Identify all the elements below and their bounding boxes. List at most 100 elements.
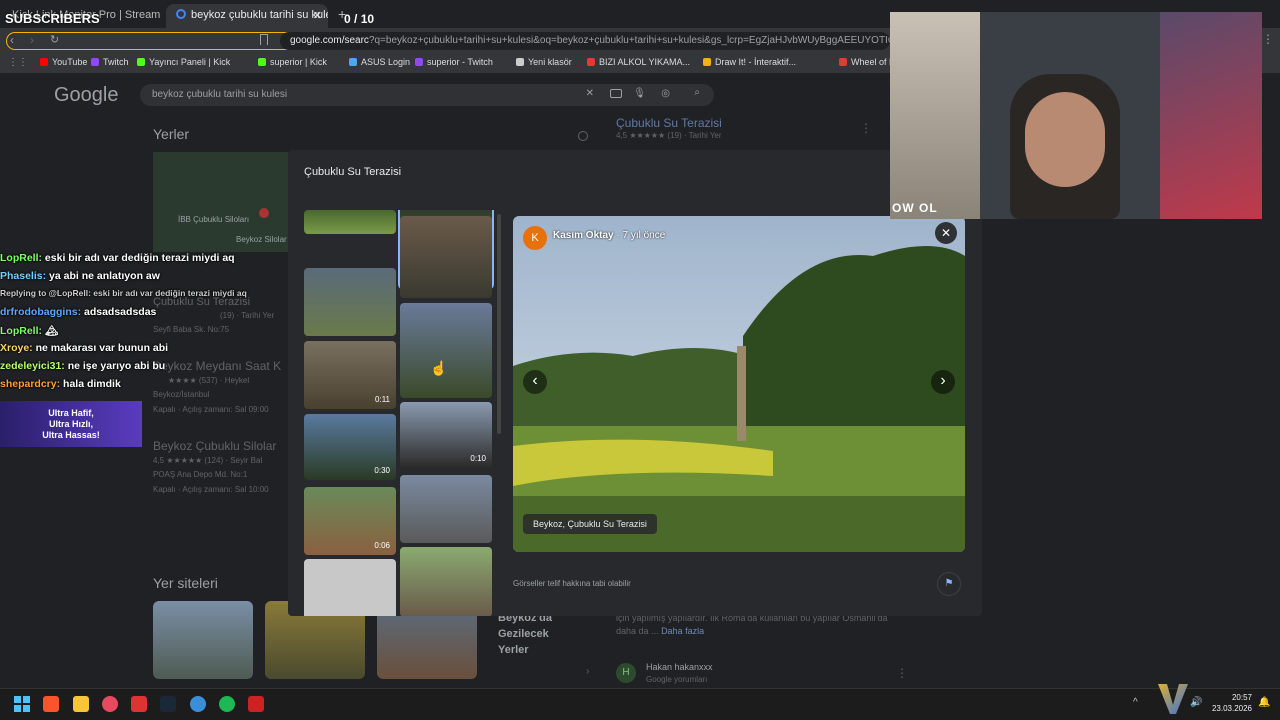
thumbnail[interactable]: 0:30 <box>304 414 396 480</box>
thumbnail[interactable]: 0:06 <box>304 487 396 555</box>
more-icon[interactable]: ⋮ <box>860 121 872 135</box>
author-name[interactable]: Kasım Oktay <box>553 230 614 241</box>
review-more-icon[interactable]: ⋮ <box>896 666 908 680</box>
notification-icon[interactable]: 🔔 <box>1258 697 1270 708</box>
next-image-icon[interactable]: › <box>931 370 955 394</box>
places-heading: Yerler <box>153 126 190 142</box>
chat-username: Phaselis: <box>0 270 47 282</box>
clock-date: 23.03.2026 <box>1211 704 1252 713</box>
bookmark-favicon-icon <box>516 58 524 66</box>
apps-grid-icon[interactable]: ⋮⋮ <box>8 57 28 68</box>
kp-rating: 4,5 ★★★★★ (19) · Tarihi Yer <box>616 131 722 140</box>
cursor-icon: ☝ <box>430 360 448 376</box>
steam-icon[interactable] <box>160 696 176 712</box>
bookmark-item[interactable]: BIZI ALKOL YIKAMA... <box>587 57 690 67</box>
thumbnail[interactable] <box>400 475 492 543</box>
address-input[interactable]: google.com/searc?q=beykoz+çubuklu+tarihi… <box>280 32 890 50</box>
bookmark-icon[interactable] <box>260 34 268 45</box>
keyboard-icon[interactable] <box>610 89 622 98</box>
clear-icon[interactable]: ✕ <box>586 88 594 99</box>
report-flag-icon[interactable]: ⚑ <box>937 572 961 596</box>
chat-message: LopRell: 🏔 <box>0 324 290 342</box>
thumbnail-scrollbar[interactable] <box>497 214 501 434</box>
streamlabs-icon[interactable] <box>131 696 147 712</box>
back-icon[interactable]: ‹ <box>10 33 14 47</box>
app-icon[interactable] <box>102 696 118 712</box>
thumbnail[interactable] <box>304 268 396 336</box>
cam-logo: OW OL <box>892 201 938 215</box>
kp-title[interactable]: Çubuklu Su Terazisi <box>616 116 722 130</box>
previous-image-icon[interactable]: ‹ <box>523 370 547 394</box>
chat-username: shepardcry: <box>0 378 61 390</box>
bookmark-item[interactable]: Twitch <box>91 57 129 67</box>
bookmark-row: YouTube Twitch Yayıncı Paneli | Kick superi… <box>40 57 1014 71</box>
author-avatar[interactable]: K <box>523 226 547 250</box>
thumbnail[interactable]: 0:10 <box>400 402 492 468</box>
thumbnail[interactable] <box>304 559 396 616</box>
chevron-right-icon[interactable]: › <box>586 666 589 677</box>
reload-icon[interactable]: ↻ <box>50 33 59 46</box>
video-duration: 0:06 <box>374 541 390 550</box>
tray-chevron-icon[interactable]: ^ <box>1133 697 1138 708</box>
result-title[interactable]: Beykoz Çubuklu Silolar <box>153 439 276 453</box>
bookmark-favicon-icon <box>91 58 99 66</box>
menu-icon[interactable]: ⋮ <box>1262 32 1274 46</box>
thumbnail[interactable] <box>400 303 492 398</box>
bookmark-favicon-icon <box>839 58 847 66</box>
webcam-feed: OW OL <box>890 12 1262 219</box>
spotify-icon[interactable] <box>219 696 235 712</box>
brave-browser-icon[interactable] <box>43 696 59 712</box>
bookmark-favicon-icon <box>137 58 145 66</box>
file-explorer-icon[interactable] <box>73 696 89 712</box>
mic-icon[interactable]: 🎙 <box>633 88 646 99</box>
bookmark-label: Yeni klasör <box>528 57 572 67</box>
beykoz-card[interactable]: Beykoz'da Gezilecek Yerler <box>498 610 552 658</box>
copyright-notice: Görseller telif hakkına tabi olabilir <box>513 579 631 588</box>
bookmark-item[interactable]: superior | Kick <box>258 57 327 67</box>
search-query: beykoz çubuklu tarihi su kulesi <box>152 89 288 100</box>
close-icon[interactable]: ✕ <box>935 222 957 244</box>
author-line: Kasım Oktay · 7 yıl önce <box>553 230 666 241</box>
subscribers-label: SUBSCRIBERS <box>5 11 100 26</box>
tab-google-search[interactable]: beykoz çubuklu tarihi su kulesi - ✕ <box>166 4 328 28</box>
card-line: Gezilecek <box>498 628 549 640</box>
google-logo[interactable]: Google <box>54 84 119 107</box>
close-tab-icon[interactable]: ✕ <box>313 9 322 22</box>
map[interactable]: İBB Çubuklu Siloları Beykoz Silolar <box>153 152 288 252</box>
counter-value: 0 <box>344 12 351 26</box>
thumbnail[interactable] <box>400 547 492 616</box>
more-link[interactable]: Daha fazla <box>661 626 704 636</box>
site-image-castle[interactable] <box>153 601 253 679</box>
bookmark-item[interactable]: ASUS Login <box>349 57 410 67</box>
clock-time: 20:57 <box>1231 693 1252 702</box>
recording-app-icon[interactable] <box>248 696 264 712</box>
lens-icon[interactable]: ◎ <box>661 88 670 99</box>
chat-message: zedeleyici31: ne işe yarıyo abi bu <box>0 360 290 378</box>
bookmark-label: Twitch <box>103 57 129 67</box>
map-pin-icon[interactable] <box>259 208 269 218</box>
windows-start-icon[interactable] <box>14 696 30 712</box>
streamer-face <box>1025 92 1105 187</box>
bookmark-favicon-icon <box>703 58 711 66</box>
bookmark-label: BIZI ALKOL YIKAMA... <box>599 57 691 67</box>
bookmark-favicon-icon <box>258 58 266 66</box>
image-caption[interactable]: Beykoz, Çubuklu Su Terazisi <box>523 514 657 534</box>
app2-icon[interactable] <box>190 696 206 712</box>
forward-icon[interactable]: › <box>30 33 34 47</box>
info-icon[interactable] <box>578 131 588 141</box>
search-input[interactable]: beykoz çubuklu tarihi su kulesi ✕ 🎙 ◎ ⌕ <box>140 84 714 106</box>
chat-username: LopRell: <box>0 325 42 337</box>
bookmark-item[interactable]: Draw It! - İnteraktif... <box>703 57 796 67</box>
bookmark-item[interactable]: Yayıncı Paneli | Kick <box>137 57 230 67</box>
bookmark-item[interactable]: Yeni klasör <box>516 57 572 67</box>
bookmark-item[interactable]: YouTube <box>40 57 87 67</box>
clock[interactable]: 20:57 23.03.2026 <box>1206 692 1252 714</box>
thumbnail[interactable] <box>400 216 492 298</box>
thumbnail[interactable] <box>304 210 396 234</box>
chat-message: shepardcry: hala dimdik <box>0 378 290 396</box>
search-icon[interactable]: ⌕ <box>694 87 700 98</box>
volume-icon[interactable]: 🔊 <box>1190 697 1202 708</box>
main-image[interactable]: K Kasım Oktay · 7 yıl önce ✕ ‹ › Beykoz,… <box>513 216 965 552</box>
thumbnail[interactable]: 0:11 <box>304 341 396 409</box>
bookmark-item[interactable]: superior - Twitch <box>415 57 493 67</box>
